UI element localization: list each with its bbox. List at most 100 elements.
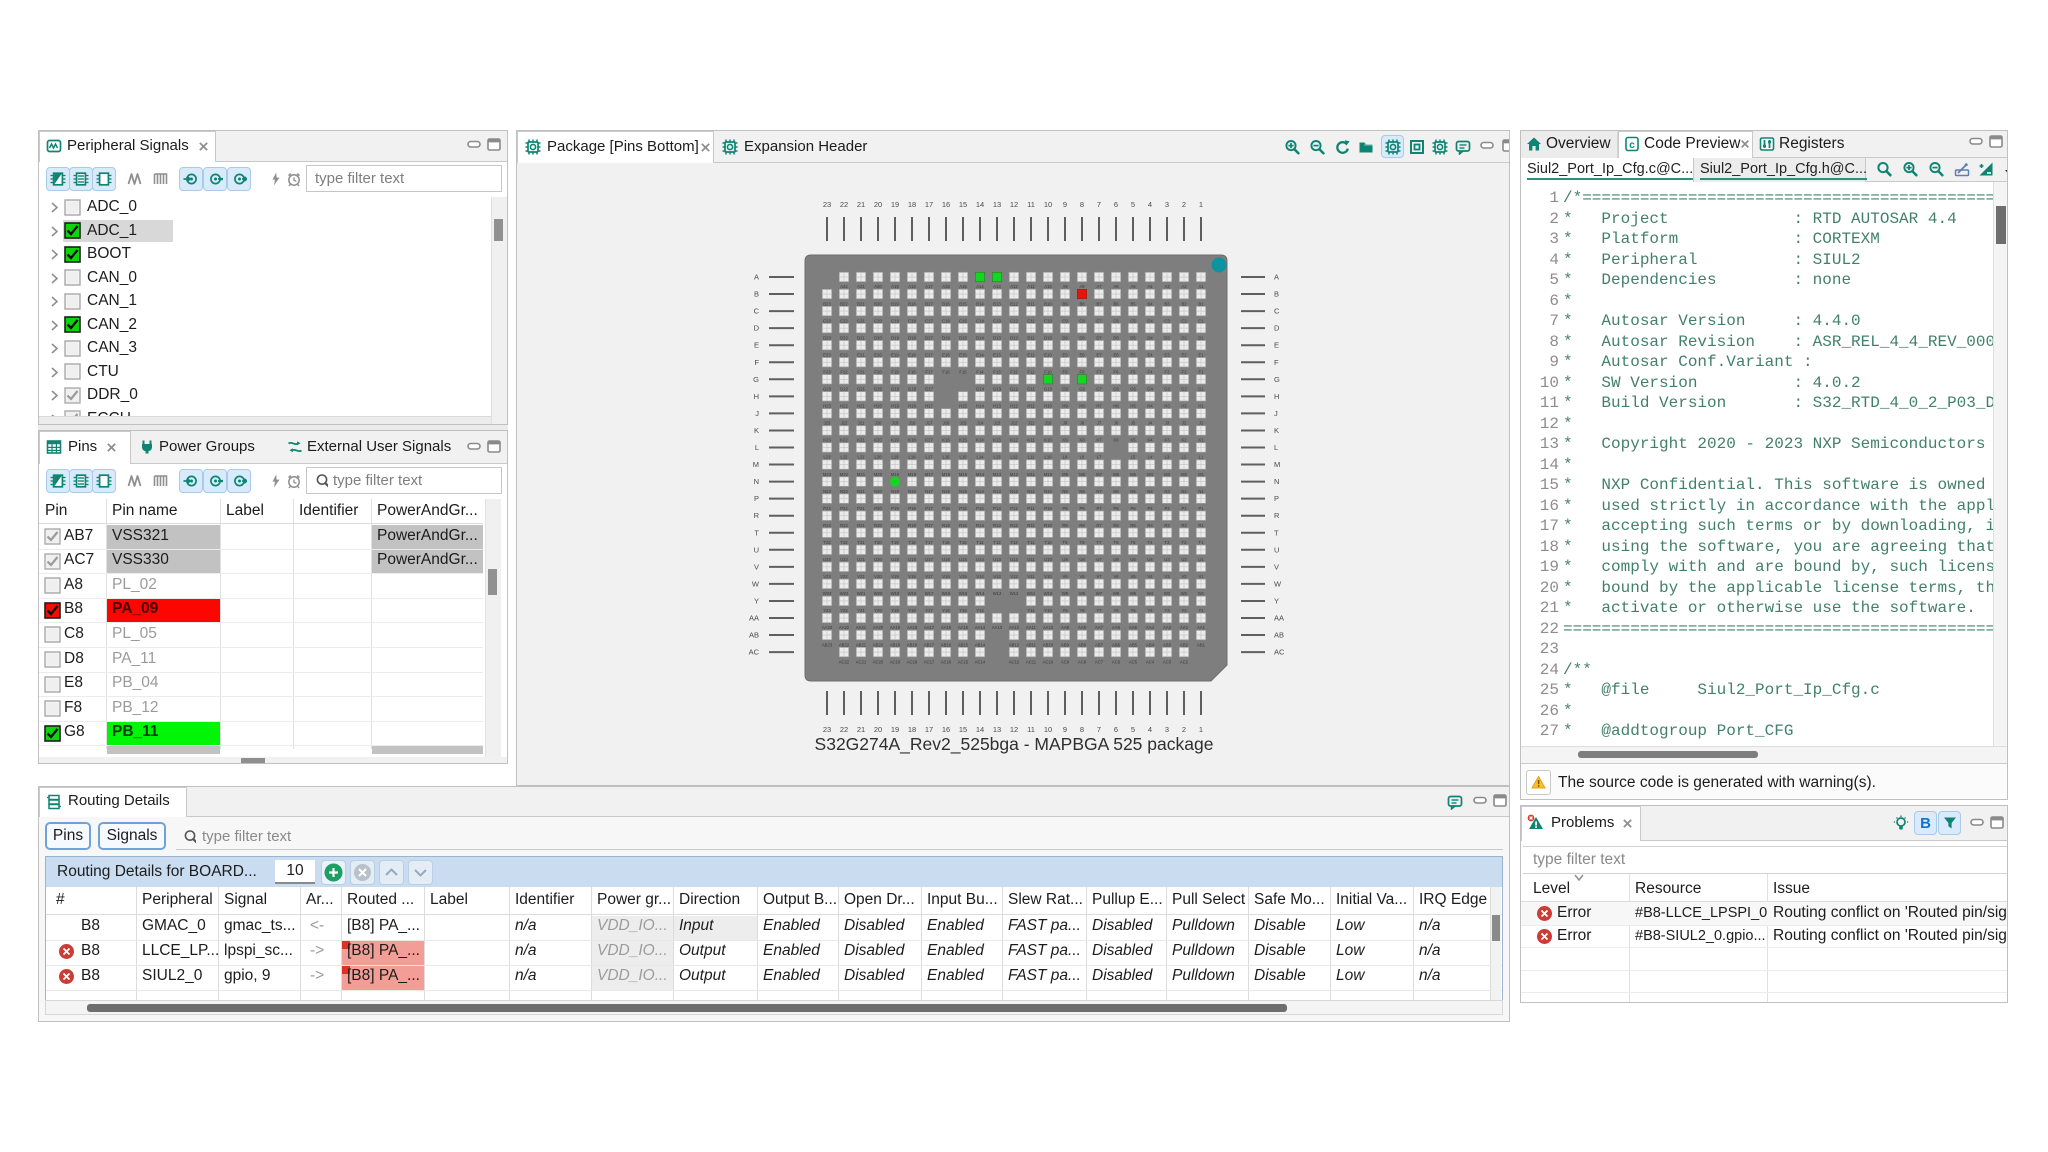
svg-text:H4: H4 bbox=[1147, 404, 1153, 409]
svg-text:B15: B15 bbox=[959, 301, 967, 306]
svg-text:AB6: AB6 bbox=[1112, 642, 1121, 647]
svg-text:F3: F3 bbox=[1165, 369, 1171, 374]
svg-text:Y23: Y23 bbox=[823, 608, 831, 613]
svg-text:J9: J9 bbox=[1063, 421, 1068, 426]
svg-text:M2: M2 bbox=[1181, 472, 1187, 477]
svg-text:H2: H2 bbox=[1181, 404, 1187, 409]
svg-text:N9: N9 bbox=[1062, 489, 1068, 494]
svg-text:W12: W12 bbox=[1010, 591, 1019, 596]
svg-text:U17: U17 bbox=[925, 557, 933, 562]
svg-text:J19: J19 bbox=[892, 421, 899, 426]
svg-text:H11: H11 bbox=[1027, 404, 1035, 409]
svg-text:K15: K15 bbox=[959, 438, 967, 443]
svg-text:G12: G12 bbox=[1010, 387, 1019, 392]
svg-text:AC12: AC12 bbox=[1009, 659, 1020, 664]
svg-text:G11: G11 bbox=[1027, 387, 1035, 392]
svg-text:K1: K1 bbox=[1198, 438, 1204, 443]
svg-text:U: U bbox=[1274, 545, 1279, 554]
svg-text:C15: C15 bbox=[959, 318, 967, 323]
svg-text:L18: L18 bbox=[909, 455, 917, 460]
svg-text:T1: T1 bbox=[1199, 540, 1205, 545]
svg-text:E16: E16 bbox=[942, 352, 950, 357]
svg-text:R23: R23 bbox=[823, 523, 831, 528]
svg-text:M12: M12 bbox=[1010, 472, 1019, 477]
svg-text:T17: T17 bbox=[925, 540, 933, 545]
svg-text:U1: U1 bbox=[1198, 557, 1204, 562]
svg-text:C1: C1 bbox=[1198, 318, 1204, 323]
svg-text:A18: A18 bbox=[908, 284, 916, 289]
svg-text:R7: R7 bbox=[1096, 523, 1102, 528]
svg-text:23: 23 bbox=[823, 200, 831, 209]
svg-text:K5: K5 bbox=[1130, 438, 1136, 443]
svg-text:T6: T6 bbox=[1114, 540, 1120, 545]
svg-text:P14: P14 bbox=[976, 506, 984, 511]
svg-text:P1: P1 bbox=[1198, 506, 1204, 511]
svg-text:M10: M10 bbox=[1044, 472, 1053, 477]
svg-text:L13: L13 bbox=[994, 455, 1002, 460]
svg-text:A20: A20 bbox=[874, 284, 882, 289]
svg-text:B21: B21 bbox=[857, 301, 865, 306]
svg-text:A: A bbox=[1274, 273, 1279, 282]
svg-text:R5: R5 bbox=[1130, 523, 1136, 528]
svg-text:23: 23 bbox=[823, 725, 831, 734]
svg-text:16: 16 bbox=[942, 725, 950, 734]
svg-text:G13: G13 bbox=[993, 387, 1002, 392]
svg-text:E17: E17 bbox=[925, 352, 933, 357]
svg-text:F8: F8 bbox=[1080, 369, 1086, 374]
svg-text:Y: Y bbox=[1274, 596, 1279, 605]
svg-text:A10: A10 bbox=[1044, 284, 1052, 289]
svg-text:19: 19 bbox=[891, 725, 899, 734]
svg-text:H3: H3 bbox=[1164, 404, 1170, 409]
svg-text:K2: K2 bbox=[1181, 438, 1187, 443]
svg-text:4: 4 bbox=[1148, 200, 1152, 209]
svg-text:B7: B7 bbox=[1096, 301, 1102, 306]
svg-text:AC19: AC19 bbox=[890, 659, 901, 664]
svg-text:Y14: Y14 bbox=[976, 608, 984, 613]
svg-text:W17: W17 bbox=[925, 591, 934, 596]
svg-text:T18: T18 bbox=[908, 540, 916, 545]
svg-text:P21: P21 bbox=[857, 506, 865, 511]
svg-text:AA23: AA23 bbox=[822, 625, 833, 630]
svg-text:14: 14 bbox=[976, 725, 984, 734]
svg-text:R16: R16 bbox=[942, 523, 950, 528]
svg-text:A16: A16 bbox=[942, 284, 950, 289]
svg-text:12: 12 bbox=[1010, 725, 1018, 734]
svg-text:D17: D17 bbox=[925, 335, 933, 340]
svg-text:17: 17 bbox=[925, 200, 933, 209]
svg-text:L14: L14 bbox=[977, 455, 985, 460]
svg-text:E12: E12 bbox=[1010, 352, 1018, 357]
svg-text:J23: J23 bbox=[824, 421, 831, 426]
svg-text:21: 21 bbox=[857, 200, 865, 209]
svg-text:c: c bbox=[1629, 140, 1635, 151]
svg-text:AA4: AA4 bbox=[1146, 625, 1155, 630]
svg-text:R1: R1 bbox=[1198, 523, 1204, 528]
svg-text:E: E bbox=[1274, 341, 1279, 350]
svg-text:D6: D6 bbox=[1113, 335, 1119, 340]
svg-text:B13: B13 bbox=[993, 301, 1001, 306]
svg-text:2: 2 bbox=[1182, 200, 1186, 209]
svg-text:R15: R15 bbox=[959, 523, 967, 528]
svg-text:Y22: Y22 bbox=[840, 608, 848, 613]
svg-text:7: 7 bbox=[1097, 200, 1101, 209]
svg-text:R11: R11 bbox=[1027, 523, 1035, 528]
svg-text:T19: T19 bbox=[891, 540, 899, 545]
svg-text:N2: N2 bbox=[1181, 489, 1187, 494]
svg-text:R: R bbox=[754, 511, 760, 520]
svg-text:L20: L20 bbox=[875, 455, 883, 460]
svg-text:AB9: AB9 bbox=[1061, 642, 1070, 647]
svg-text:G23: G23 bbox=[823, 387, 832, 392]
svg-text:T13: T13 bbox=[993, 540, 1001, 545]
svg-text:J8: J8 bbox=[1080, 421, 1085, 426]
svg-text:H19: H19 bbox=[891, 404, 899, 409]
svg-text:Y4: Y4 bbox=[1147, 608, 1153, 613]
svg-text:U21: U21 bbox=[857, 557, 865, 562]
svg-text:U15: U15 bbox=[959, 557, 967, 562]
svg-text:13: 13 bbox=[993, 200, 1001, 209]
svg-text:F9: F9 bbox=[1063, 369, 1069, 374]
svg-text:M9: M9 bbox=[1062, 472, 1068, 477]
svg-text:H15: H15 bbox=[959, 404, 967, 409]
svg-text:U22: U22 bbox=[840, 557, 848, 562]
svg-text:W9: W9 bbox=[1062, 591, 1069, 596]
svg-text:F7: F7 bbox=[1097, 369, 1103, 374]
svg-text:U18: U18 bbox=[908, 557, 916, 562]
